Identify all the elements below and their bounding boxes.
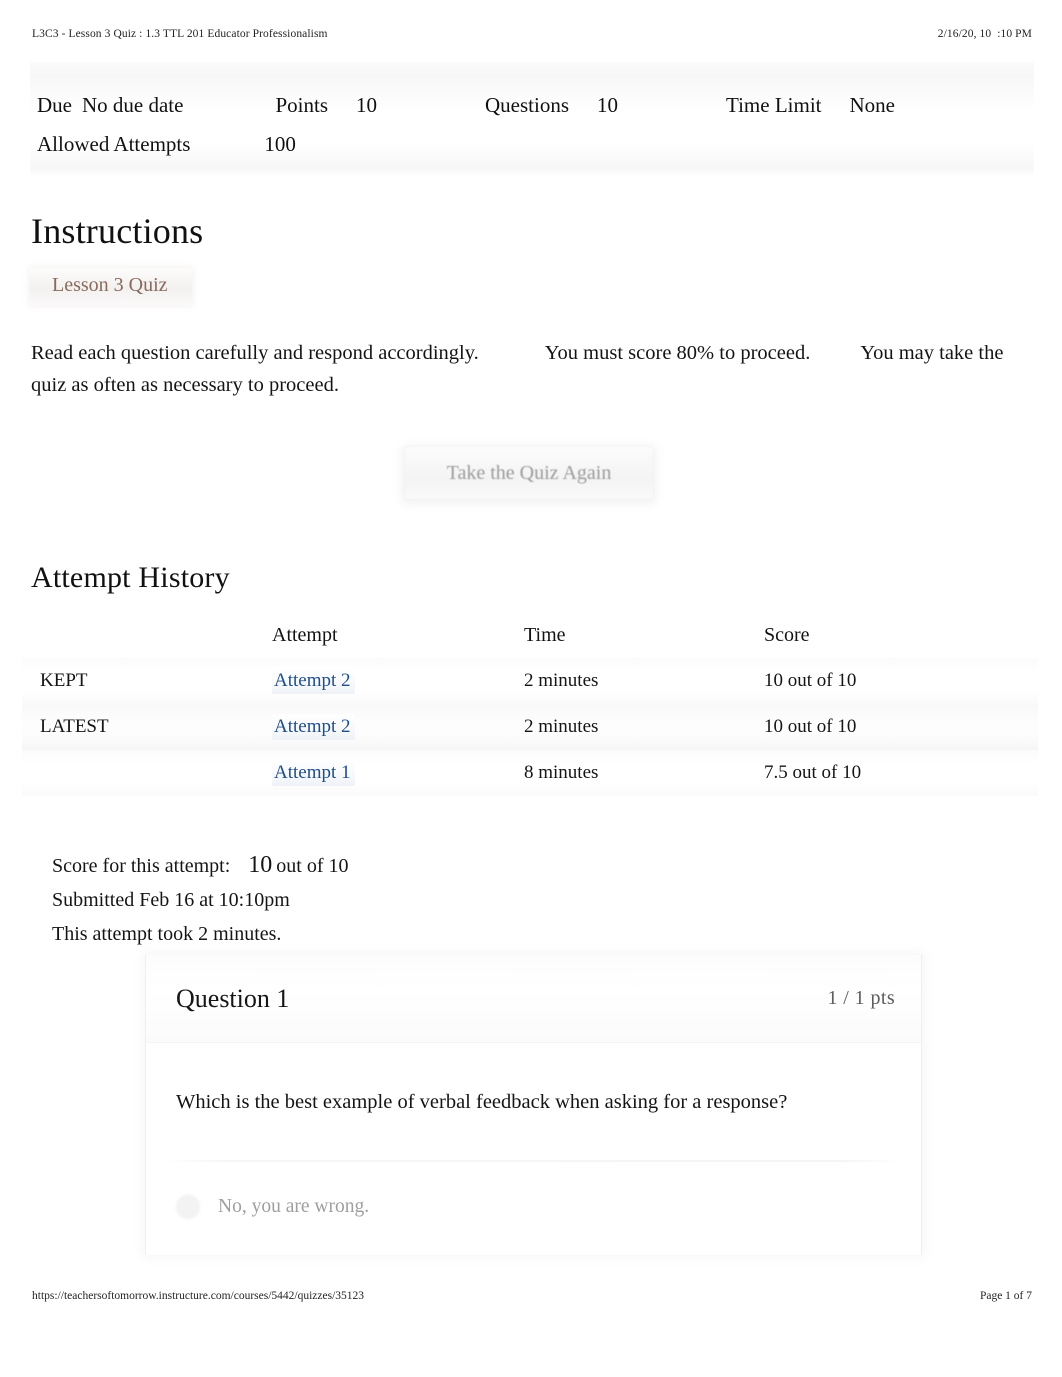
document-title: L3C3 - Lesson 3 Quiz : 1.3 TTL 201 Educa… <box>32 28 328 40</box>
score-value: 10 <box>248 852 273 878</box>
answer-option-row[interactable]: No, you are wrong. <box>176 1195 369 1219</box>
col-header-time: Time <box>524 623 566 646</box>
submitted-line: Submitted Feb 16 at 10:10pm <box>52 889 290 911</box>
attempt-link[interactable]: Attempt 1 <box>272 760 355 786</box>
row-score: 10 out of 10 <box>764 716 857 737</box>
quiz-meta-row-primary: Due No due date Points 10 Questions 10 T… <box>37 86 1032 125</box>
time-limit-label: Time Limit <box>726 93 822 117</box>
row-attempt: Attempt 2 <box>272 658 524 704</box>
question-points: 1 / 1 pts <box>827 987 895 1009</box>
col-header-attempt: Attempt <box>272 623 338 646</box>
answer-divider <box>164 1160 902 1162</box>
question-header: Question 1 1 / 1 pts <box>146 955 921 1043</box>
row-status: LATEST <box>40 716 109 737</box>
row-status: KEPT <box>40 670 88 691</box>
question-title: Question 1 <box>176 983 290 1013</box>
score-summary: Score for this attempt: 10 out of 10 Submi… <box>52 848 349 951</box>
time-limit-value: None <box>849 93 896 117</box>
attempt-history-table: Attempt Time Score KEPT Attempt 2 2 minu… <box>22 612 1038 796</box>
quiz-meta-rows: Due No due date Points 10 Questions 10 T… <box>37 86 1032 164</box>
quiz-meta-row-secondary: Allowed Attempts 100 <box>37 125 1032 164</box>
question-card: Question 1 1 / 1 pts Which is the best e… <box>145 955 922 1255</box>
table-row: Attempt 1 8 minutes 7.5 out of 10 <box>22 750 1038 796</box>
row-score: 10 out of 10 <box>764 670 857 691</box>
col-header-score: Score <box>764 623 810 646</box>
row-status <box>22 750 272 796</box>
instructions-paragraph: Read each question carefully and respond… <box>31 337 1016 401</box>
questions-label: Questions <box>485 93 569 117</box>
col-header-status <box>22 612 272 658</box>
allowed-attempts-value: 100 <box>264 132 296 156</box>
attempt-link[interactable]: Attempt 2 <box>272 668 355 694</box>
duration-line: This attempt took 2 minutes. <box>52 923 282 945</box>
instructions-sentence-1: Read each question carefully and respond… <box>31 342 479 364</box>
row-time: 2 minutes <box>524 670 599 691</box>
instructions-heading: Instructions <box>31 211 204 251</box>
row-time: 2 minutes <box>524 716 599 737</box>
print-timestamp: 2/16/20, 10 :10 PM <box>937 28 1032 40</box>
footer-page-number: Page 1 of 7 <box>979 1290 1032 1302</box>
take-quiz-again-button[interactable]: Take the Quiz Again <box>404 446 654 500</box>
print-header: L3C3 - Lesson 3 Quiz : 1.3 TTL 201 Educa… <box>32 28 1032 40</box>
print-footer: https://teachersoftomorrow.instructure.c… <box>32 1290 1032 1302</box>
row-attempt: Attempt 1 <box>272 750 524 796</box>
allowed-attempts-label: Allowed Attempts <box>37 132 191 156</box>
instructions-sentence-3: You may <box>860 342 934 364</box>
questions-value: 10 <box>597 93 618 117</box>
attempt-history-head: Attempt Time Score <box>22 612 1038 658</box>
retake-quiz-container: Take the Quiz Again <box>400 437 662 509</box>
instructions-sentence-2: You must score 80% to proceed. <box>544 342 811 364</box>
table-header-row: Attempt Time Score <box>22 612 1038 658</box>
row-score: 7.5 out of 10 <box>764 762 862 783</box>
score-for-attempt-line: Score for this attempt: 10 out of 10 <box>52 848 349 883</box>
row-time: 8 minutes <box>524 762 599 783</box>
attempt-history-heading: Attempt History <box>31 561 230 594</box>
footer-url: https://teachersoftomorrow.instructure.c… <box>32 1290 365 1302</box>
row-attempt: Attempt 2 <box>272 704 524 750</box>
score-label: Score for this attempt: <box>52 855 231 877</box>
table-row: KEPT Attempt 2 2 minutes 10 out of 10 <box>22 658 1038 704</box>
table-row: LATEST Attempt 2 2 minutes 10 out of 10 <box>22 704 1038 750</box>
answer-option-label: No, you are wrong. <box>218 1196 370 1217</box>
attempt-link[interactable]: Attempt 2 <box>272 714 355 740</box>
due-value: No due date <box>82 93 184 117</box>
score-out-of: out of 10 <box>276 855 349 877</box>
quiz-name-chip: Lesson 3 Quiz <box>30 268 192 305</box>
attempt-history-body: KEPT Attempt 2 2 minutes 10 out of 10 LA… <box>22 658 1038 796</box>
points-label: Points <box>275 93 328 117</box>
radio-button-icon[interactable] <box>176 1195 200 1219</box>
question-text: Which is the best example of verbal feed… <box>176 1091 788 1113</box>
due-label: Due <box>37 93 72 117</box>
points-value: 10 <box>356 93 377 117</box>
